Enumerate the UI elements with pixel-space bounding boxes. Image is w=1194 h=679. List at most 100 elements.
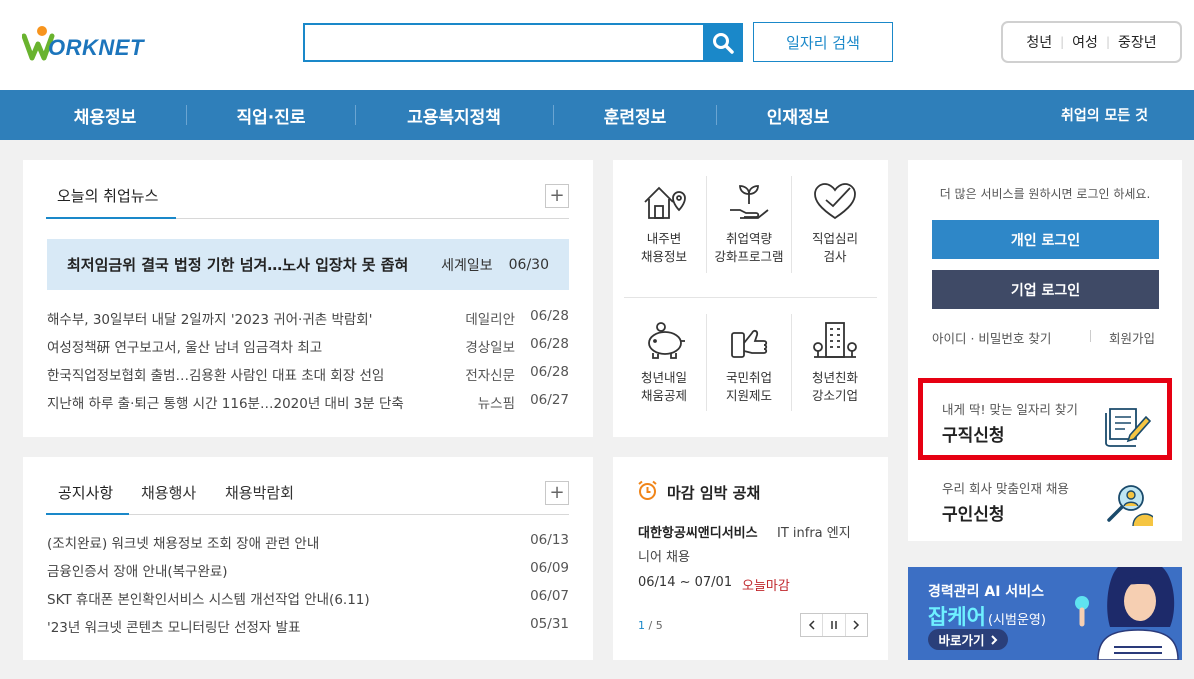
search-button[interactable] (703, 23, 743, 62)
notice-title: '23년 워크넷 콘텐츠 모니터링단 선정자 발표 (47, 620, 301, 636)
banner-go-label: 바로가기 (938, 633, 985, 648)
worknet-logo[interactable]: ORKNET (22, 22, 182, 66)
service-national-employment[interactable]: 국민취업 지원제도 (707, 321, 791, 405)
news-title: 여성정책硏 연구보고서, 울산 남녀 임금격차 최고 (47, 340, 323, 356)
personal-login-button[interactable]: 개인 로그인 (932, 220, 1159, 259)
active-tab-indicator (46, 217, 176, 219)
banner-title: 잡케어 (928, 605, 986, 629)
tab-job-fair[interactable]: 채용박람회 (225, 482, 294, 503)
news-item[interactable]: 한국직업정보협회 출범…김용환 사람인 대표 초대 회장 선임 전자신문 06/… (47, 364, 569, 384)
age-filter-group: 청년 | 여성 | 중장년 (1001, 21, 1182, 63)
service-psych-test[interactable]: 직업심리 검사 (793, 182, 877, 266)
news-highlight[interactable]: 최저임금위 결국 법정 기한 넘겨…노사 입장차 못 좁혀 세계일보 06/30 (47, 239, 569, 290)
jobcare-banner[interactable]: 경력관리 AI 서비스 잡케어 (시범운영) 바로가기 (908, 567, 1182, 660)
nav-employment-welfare[interactable]: 고용복지정책 (374, 90, 534, 140)
job-seek-card[interactable]: 내게 딱! 맞는 일자리 찾기 구직신청 (918, 378, 1172, 460)
news-item[interactable]: 지난해 하루 출·퇴근 통행 시간 116분…2020년 대비 3분 단축 뉴스… (47, 392, 569, 412)
tab-today-news[interactable]: 오늘의 취업뉴스 (57, 185, 158, 206)
banner-go-button[interactable]: 바로가기 (928, 629, 1008, 650)
service-youth-savings[interactable]: 청년내일 채움공제 (622, 321, 706, 405)
filter-women[interactable]: 여성 (1072, 32, 1098, 52)
deadline-job-title[interactable]: IT infra 엔지 (777, 522, 851, 541)
nav-all-about-jobs[interactable]: 취업의 모든 것 (1061, 90, 1148, 140)
main-nav: 채용정보 직업·진로 고용복지정책 훈련정보 인재정보 취업의 모든 것 (0, 90, 1194, 140)
tab-divider (176, 218, 569, 219)
service-label: 채용정보 (640, 249, 687, 264)
deadline-company[interactable]: 대한항공씨앤디서비스 (638, 522, 758, 541)
nav-divider (716, 105, 717, 125)
nav-training[interactable]: 훈련정보 (570, 90, 700, 140)
nav-divider (355, 105, 356, 125)
news-date: 06/28 (530, 308, 569, 324)
logo-text: ORKNET (48, 35, 144, 60)
news-item[interactable]: 해수부, 30일부터 내달 2일까지 '2023 귀어·귀촌 박람회' 데일리안… (47, 308, 569, 328)
heart-check-icon (814, 183, 856, 220)
service-label: 채움공제 (640, 388, 687, 403)
grid-divider (624, 297, 877, 298)
tab-recruit-event[interactable]: 채용행사 (141, 482, 196, 503)
notice-date: 06/09 (530, 560, 569, 576)
login-notice: 더 많은 서비스를 원하시면 로그인 하세요. (939, 187, 1151, 201)
notice-title: 금융인증서 장애 안내(복구완료) (47, 564, 228, 580)
service-nearby-jobs[interactable]: 내주변 채용정보 (622, 182, 706, 266)
nav-recruit-info[interactable]: 채용정보 (40, 90, 170, 140)
service-label: 취업역량 (725, 231, 772, 246)
grid-divider (791, 176, 792, 273)
pager-next-button[interactable] (846, 614, 867, 636)
news-date: 06/27 (530, 392, 569, 408)
service-label: 강화프로그램 (714, 249, 784, 264)
nav-talent[interactable]: 인재정보 (733, 90, 863, 140)
service-label: 직업심리 (811, 231, 858, 246)
corporate-login-button[interactable]: 기업 로그인 (932, 270, 1159, 309)
filter-middle-aged[interactable]: 중장년 (1118, 32, 1157, 52)
ai-woman-illustration (1075, 567, 1179, 660)
service-label: 검사 (823, 249, 847, 264)
service-label: 청년내일 (640, 370, 687, 385)
news-more-button[interactable]: + (545, 184, 569, 208)
pager-pause-button[interactable] (823, 614, 846, 636)
nav-divider (186, 105, 187, 125)
service-label: 지원제도 (725, 388, 772, 403)
header: ORKNET 일자리 검색 청년 | 여성 | 중장년 (0, 0, 1194, 90)
pager-prev-button[interactable] (801, 614, 824, 636)
banner-title-row: 잡케어 (시범운영) (928, 601, 1046, 631)
pager-controls (800, 613, 868, 637)
news-item[interactable]: 여성정책硏 연구보고서, 울산 남녀 임금격차 최고 경상일보 06/28 (47, 336, 569, 356)
news-date: 06/28 (530, 364, 569, 380)
service-label: 국민취업 (725, 370, 772, 385)
divider: | (1060, 35, 1065, 49)
application-form-icon (1105, 408, 1152, 447)
recruit-subtitle: 우리 회사 맞춤인재 채용 (942, 481, 1069, 496)
service-youth-friendly-company[interactable]: 청년친화 강소기업 (793, 321, 877, 405)
deadline-job-title-cont[interactable]: 니어 채용 (638, 546, 690, 565)
chevron-right-icon (990, 634, 997, 645)
recruit-title: 구인신청 (942, 505, 1005, 525)
recruit-card[interactable]: 우리 회사 맞춤인재 채용 구인신청 (918, 462, 1172, 544)
find-id-password-link[interactable]: 아이디 · 비밀번호 찾기 (932, 328, 1051, 347)
magnifier-person-icon (1107, 485, 1153, 527)
notice-title: (조치완료) 워크넷 채용정보 조회 장애 관련 안내 (47, 536, 320, 552)
notice-item[interactable]: SKT 휴대폰 본인확인서비스 시스템 개선작업 안내(6.11) 06/07 (47, 588, 569, 608)
nav-career[interactable]: 직업·진로 (206, 90, 336, 140)
news-source: 뉴스핌 (477, 396, 515, 412)
notice-date: 06/07 (530, 588, 569, 604)
pager-count: 1 / 5 (638, 619, 663, 632)
tab-notice[interactable]: 공지사항 (58, 482, 113, 503)
news-date: 06/28 (530, 336, 569, 352)
job-seek-subtitle: 내게 딱! 맞는 일자리 찾기 (942, 402, 1078, 417)
notice-more-button[interactable]: + (545, 481, 569, 505)
service-label: 강소기업 (811, 388, 858, 403)
service-competency-program[interactable]: 취업역량 강화프로그램 (707, 182, 791, 266)
notice-item[interactable]: (조치완료) 워크넷 채용정보 조회 장애 관련 안내 06/13 (47, 532, 569, 552)
news-title: 해수부, 30일부터 내달 2일까지 '2023 귀어·귀촌 박람회' (47, 312, 373, 328)
service-label: 청년친화 (811, 370, 858, 385)
signup-link[interactable]: 회원가입 (1109, 328, 1155, 347)
news-date: 06/30 (508, 256, 549, 273)
filter-youth[interactable]: 청년 (1026, 32, 1052, 52)
notice-item[interactable]: 금융인증서 장애 안내(복구완료) 06/09 (47, 560, 569, 580)
thumbs-up-phone-icon (731, 329, 768, 358)
notice-item[interactable]: '23년 워크넷 콘텐츠 모니터링단 선정자 발표 05/31 (47, 616, 569, 636)
search-input[interactable] (303, 23, 705, 62)
job-search-button[interactable]: 일자리 검색 (753, 22, 893, 62)
pager-current: 1 (638, 619, 645, 632)
